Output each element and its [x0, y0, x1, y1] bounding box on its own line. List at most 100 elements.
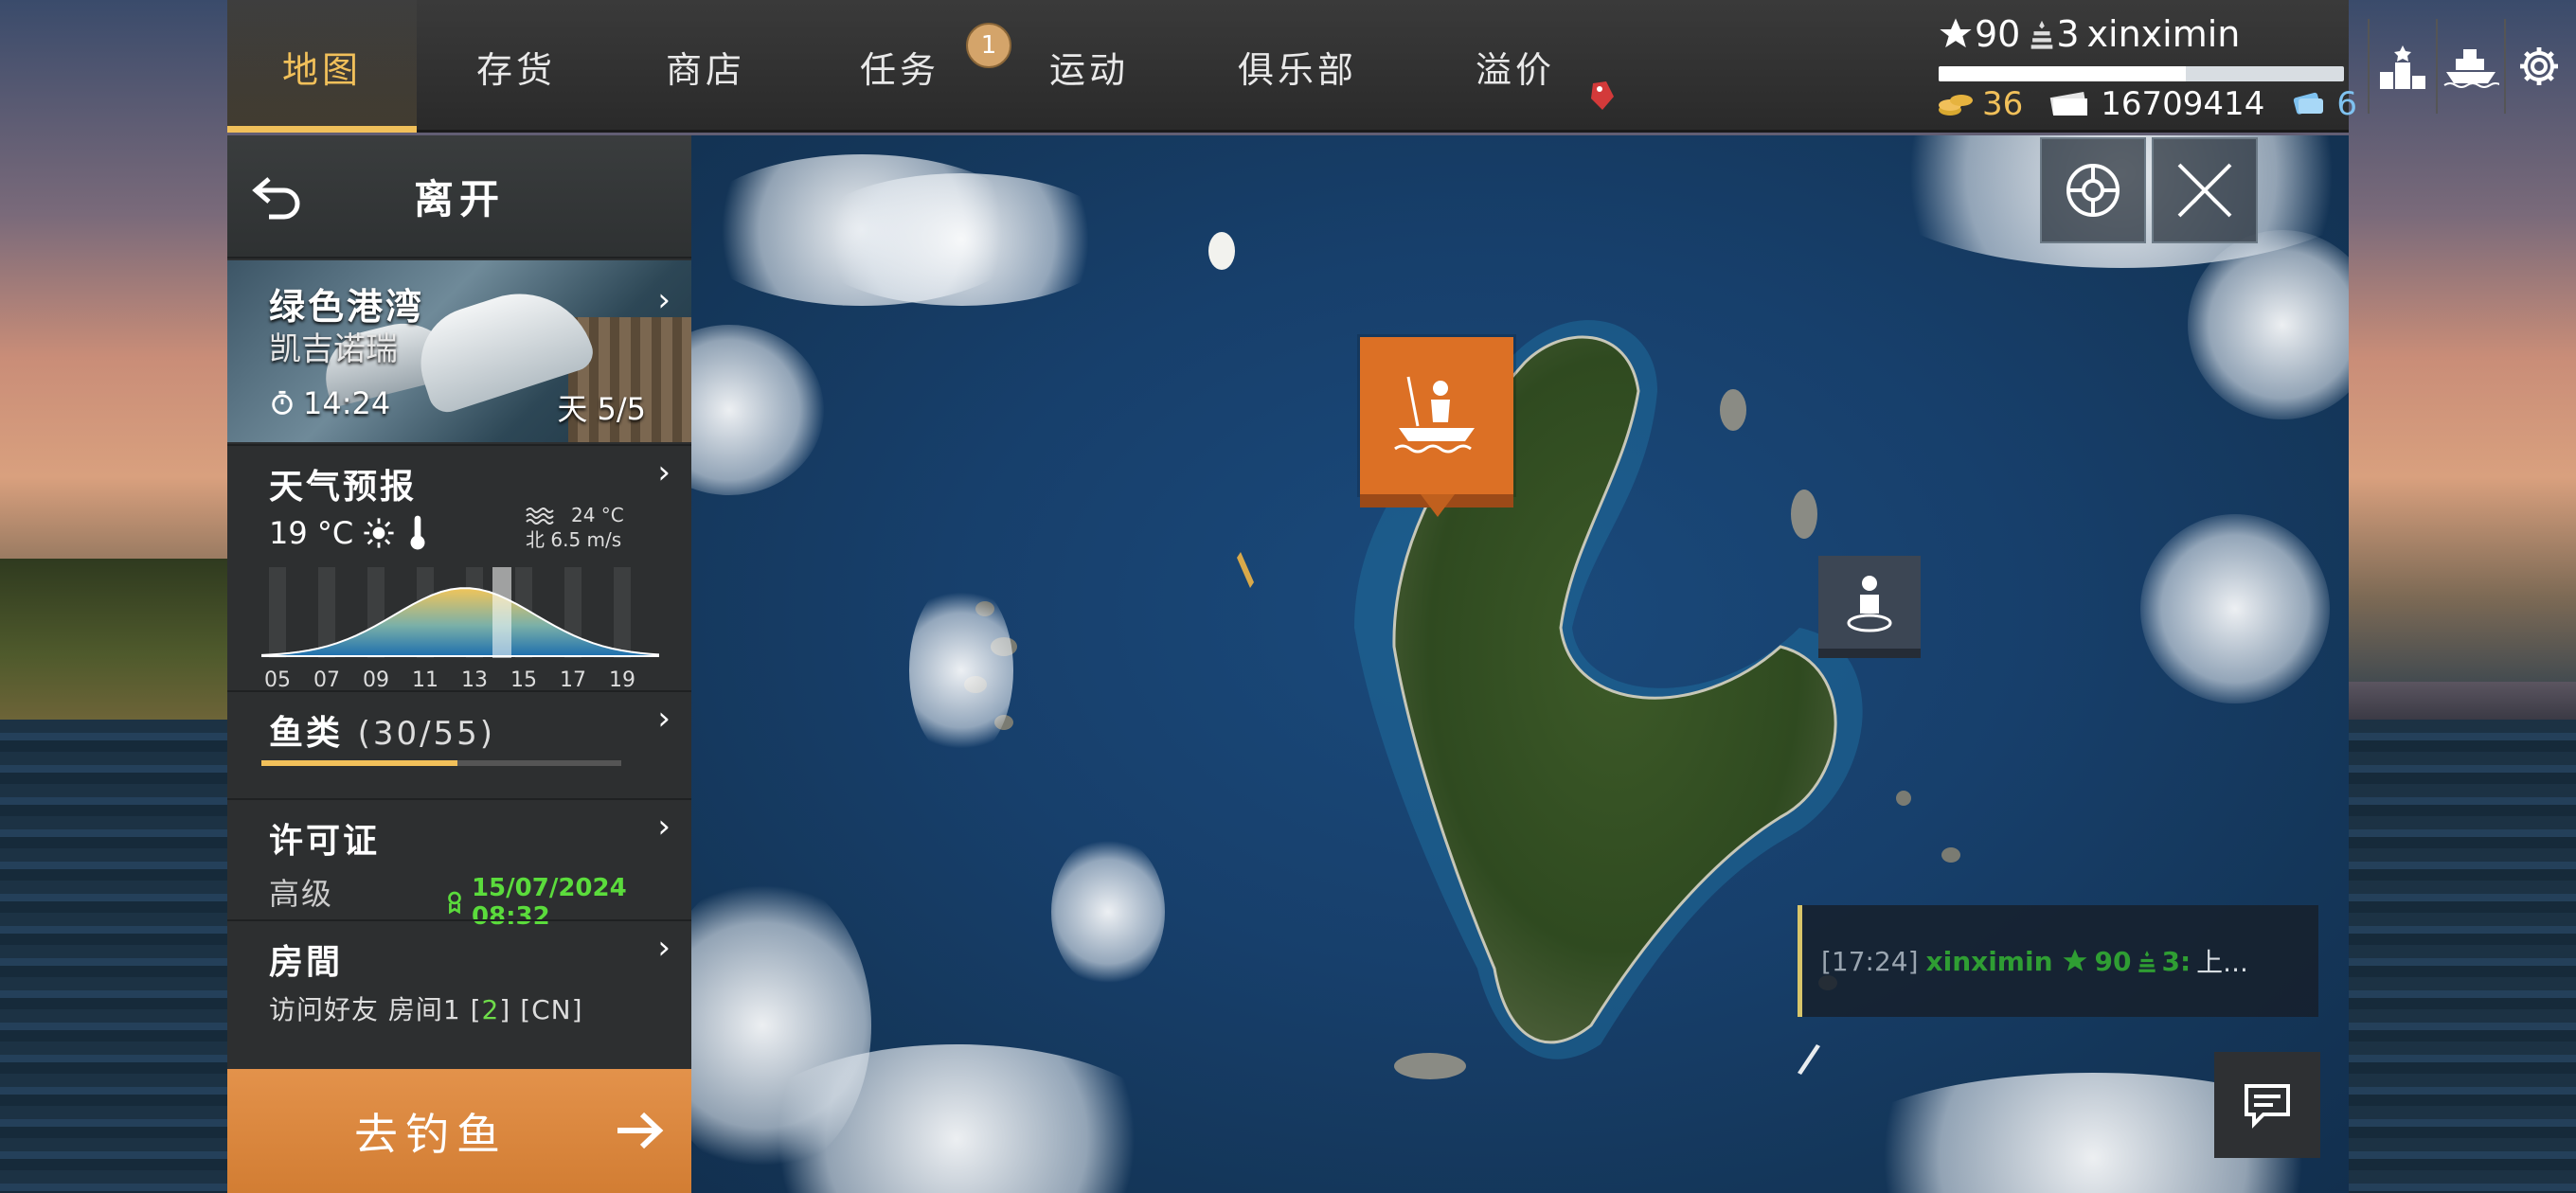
top-navigation-bar: 地图 存货 商店 任务 1 运动 俱乐部 溢价 90 3 xinximin 36…	[227, 0, 2558, 133]
clock-icon	[272, 390, 293, 415]
tab-club[interactable]: 俱乐部	[1193, 0, 1402, 133]
crossed-rods-icon	[2177, 163, 2232, 218]
tab-shop[interactable]: 商店	[611, 0, 800, 133]
license-level: 高级	[269, 876, 334, 912]
background-scenery-left	[0, 0, 227, 1193]
thermometer-icon	[410, 515, 425, 550]
leaderboard-button[interactable]	[2368, 19, 2436, 114]
fishing-spot-marker[interactable]	[1360, 337, 1513, 517]
fish-progress-fill	[261, 760, 458, 766]
player-name: xinximin	[2086, 13, 2241, 55]
tab-label: 地图	[281, 48, 362, 91]
license-icon	[448, 891, 461, 915]
location-day: 天 5/5	[557, 391, 646, 427]
chart-hour-label: 13	[461, 668, 488, 692]
fish-title-label: 鱼类	[269, 714, 344, 753]
water-temperature: 24 °C	[571, 504, 624, 526]
chevron-right-icon: ›	[657, 700, 671, 738]
chart-hour-label: 19	[609, 668, 635, 692]
tab-inventory[interactable]: 存货	[421, 0, 611, 133]
chat-button[interactable]	[2214, 1052, 2320, 1158]
temperature-chart: 05 07 09 11 13 15 17 19 21	[261, 567, 659, 692]
gold-coins-icon	[1939, 95, 1973, 116]
tab-premium[interactable]: 溢价	[1421, 0, 1610, 133]
player-info[interactable]: 90 3 xinximin 36 16709414 6	[1937, 9, 2357, 128]
world-map[interactable]: [17:24] xinximin 90 3: 上...	[691, 135, 2349, 1193]
tab-label: 运动	[1048, 48, 1129, 91]
location-time-value: 14:24	[303, 385, 391, 421]
background-hills	[0, 559, 227, 720]
baitcoin-icon	[2294, 92, 2324, 115]
fish-title: 鱼类 (30/55)	[269, 705, 495, 755]
cloud	[909, 580, 1013, 760]
baitcoin-value: 6	[2336, 85, 2357, 123]
back-arrow-icon	[252, 177, 300, 220]
fish-count: (30/55)	[357, 715, 496, 753]
tab-map[interactable]: 地图	[227, 0, 417, 133]
boat-icon	[2443, 49, 2499, 88]
chart-hour-label: 09	[363, 668, 389, 692]
chat-sender-rank: 3:	[2161, 945, 2191, 977]
reel-button[interactable]	[2040, 137, 2146, 243]
settings-button[interactable]	[2504, 19, 2572, 114]
chart-hour-column	[614, 567, 631, 658]
tab-sports[interactable]: 运动	[994, 0, 1184, 133]
location-card[interactable]: 绿色港湾 凯吉诺瑞 14:24 天 5/5 ›	[227, 260, 691, 442]
fisherman-shore-icon	[1847, 576, 1892, 632]
player-rank: 3	[2056, 13, 2080, 55]
room-section[interactable]: 房間 › 访问好友 房间1 [2] [CN]	[227, 919, 691, 1041]
star-icon	[1940, 18, 1972, 48]
boat-fisherman-icon	[1394, 376, 1475, 454]
go-fishing-label: 去钓鱼	[354, 1108, 508, 1160]
rank-icon	[2031, 20, 2053, 49]
chart-hour-label: 07	[313, 668, 340, 692]
chart-hour-label: 15	[510, 668, 537, 692]
location-time: 14:24	[269, 385, 390, 421]
tab-label: 任务	[859, 48, 939, 91]
background-sea	[0, 720, 227, 1193]
player-level: 90	[1975, 13, 2021, 55]
tournament-button[interactable]	[2152, 137, 2258, 243]
cash-icon	[2049, 92, 2088, 116]
water-waves-icon	[526, 507, 554, 525]
gold-coins-value: 36	[1982, 85, 2024, 123]
tab-tasks[interactable]: 任务	[805, 0, 994, 133]
chat-message-preview[interactable]: [17:24] xinximin 90 3: 上...	[1798, 905, 2318, 1017]
chat-message-text: 上...	[2196, 947, 2248, 978]
water-wind-info: 24 °C 北 6.5 m/s	[526, 503, 624, 552]
reel-icon	[2066, 164, 2120, 217]
arrow-right-icon	[617, 1112, 664, 1149]
chart-hour-label: 11	[412, 668, 438, 692]
chart-hour-label: 21	[658, 668, 659, 692]
boat-button[interactable]	[2436, 19, 2504, 114]
tab-label: 俱乐部	[1237, 48, 1357, 91]
room-title: 房間	[269, 943, 344, 982]
leaderboard-icon	[2380, 45, 2425, 89]
shore-spot-marker[interactable]	[1818, 556, 1921, 658]
gear-icon	[2520, 47, 2558, 85]
rank-icon	[2138, 951, 2156, 972]
chevron-right-icon: ›	[657, 281, 671, 319]
tab-label: 溢价	[1475, 48, 1555, 91]
chat-sender: xinximin	[1925, 945, 2053, 977]
cash-value: 16709414	[2101, 85, 2265, 123]
air-temperature: 19 °C	[269, 514, 429, 552]
xp-progress-bar	[1939, 66, 2344, 81]
go-fishing-button[interactable]: 去钓鱼	[227, 1069, 691, 1193]
chart-hour-label: 05	[264, 668, 291, 692]
room-number: 2	[481, 994, 500, 1025]
fish-species-section[interactable]: 鱼类 (30/55) ›	[227, 690, 691, 796]
background-sea	[2349, 720, 2576, 1193]
license-title: 许可证	[269, 822, 381, 861]
fish-progress-bar	[261, 760, 621, 766]
license-section[interactable]: 许可证 › 高级 15/07/2024 08:32	[227, 798, 691, 931]
chevron-right-icon: ›	[657, 929, 671, 967]
leave-button[interactable]: 离开	[227, 135, 691, 258]
wind-info: 北 6.5 m/s	[526, 528, 622, 551]
chat-bubble-icon	[2245, 1084, 2290, 1129]
weather-forecast-section[interactable]: 天气预报 › 19 °C 24 °C 北 6.5 m/s 05 07 09 11 13 1…	[227, 444, 691, 692]
chevron-right-icon: ›	[657, 808, 671, 846]
sun-icon	[364, 518, 394, 548]
marker-base	[1360, 494, 1513, 507]
air-temperature-value: 19 °C	[269, 515, 354, 551]
